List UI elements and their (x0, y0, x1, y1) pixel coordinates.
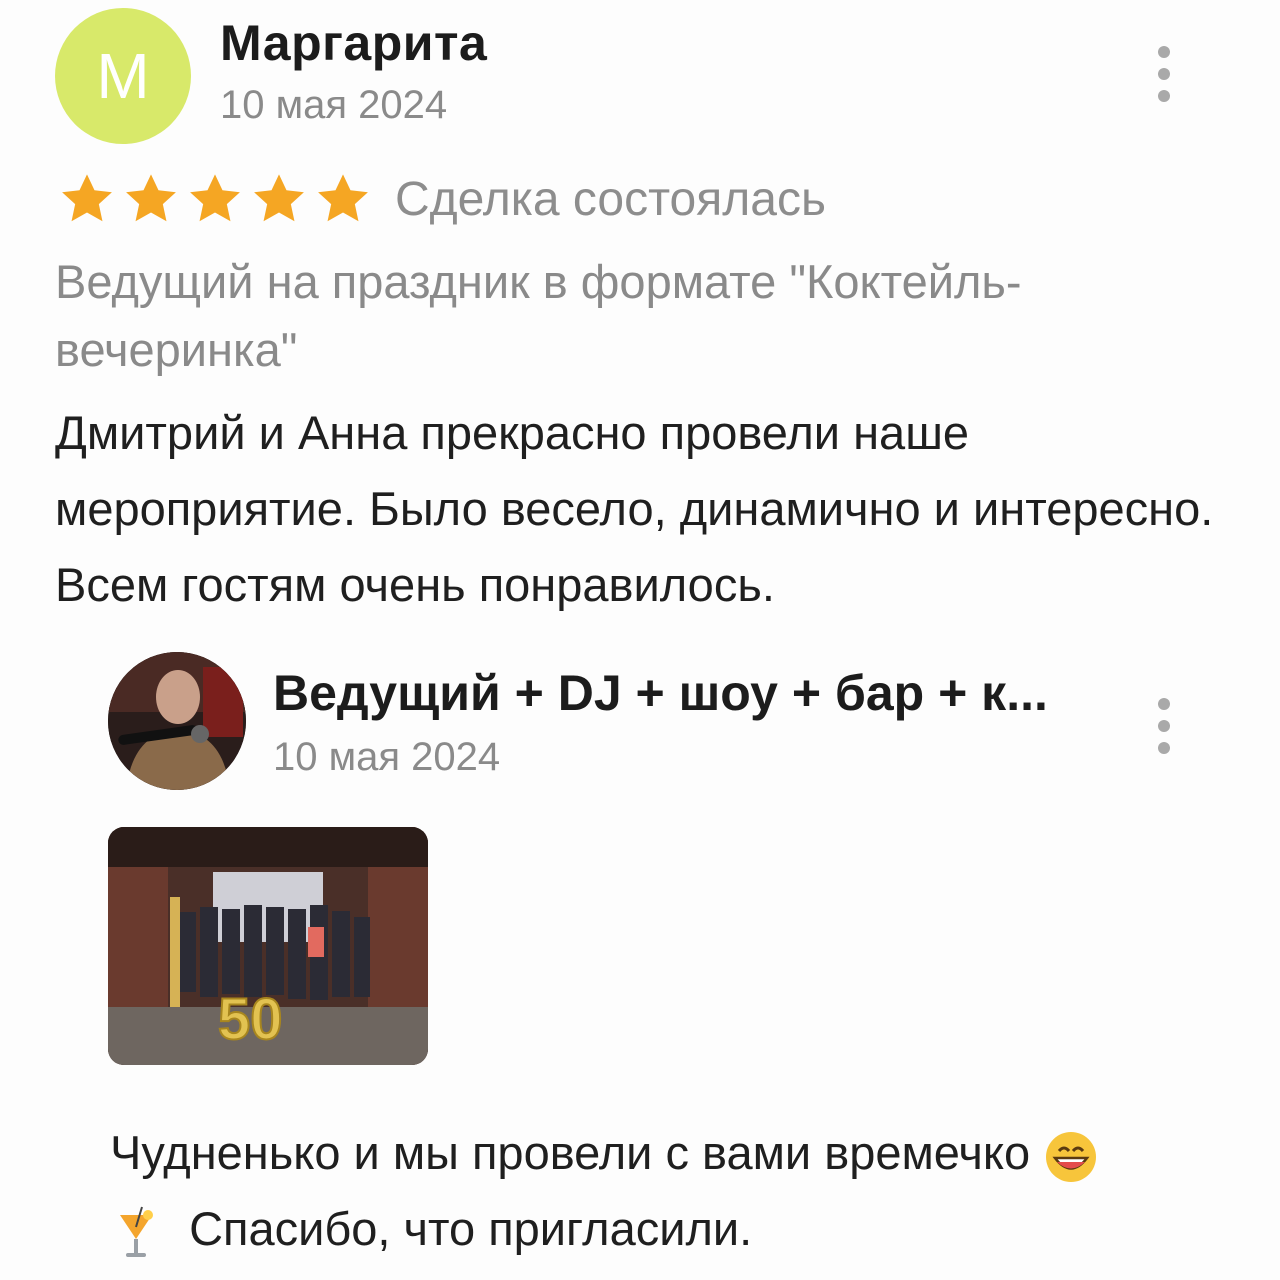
star-icon (126, 174, 176, 222)
reply-text-line1: Чудненько и мы провели с вами времечко (110, 1126, 1031, 1179)
star-icon (62, 174, 112, 222)
review-more-menu[interactable] (1152, 46, 1176, 102)
review-service-title: Ведущий на праздник в формате "Коктейль-… (55, 255, 1022, 376)
review-author-name[interactable]: Маргарита (220, 14, 487, 72)
reply-text: Чудненько и мы провели с вами времечко С… (110, 1115, 1230, 1267)
star-icon (254, 174, 304, 222)
seller-avatar[interactable] (108, 652, 246, 790)
reply-date: 10 мая 2024 (273, 735, 501, 779)
star-icon (318, 174, 368, 222)
deal-status: Сделка состоялась (395, 173, 826, 226)
reply-text-line2: Спасибо, что пригласили. (189, 1202, 753, 1255)
more-vertical-icon (1158, 46, 1170, 58)
review-date: 10 мая 2024 (220, 83, 448, 127)
seller-name[interactable]: Ведущий + DJ + шоу + бар + к... (273, 664, 1093, 722)
cocktail-emoji (120, 1206, 153, 1257)
avatar[interactable]: М (55, 8, 191, 144)
rating-stars (58, 170, 372, 228)
reply-photo-thumbnail[interactable]: 50 (108, 827, 428, 1065)
balloon-number: 50 (218, 987, 283, 1052)
event-group-photo: 50 (108, 827, 428, 1065)
star-icon (190, 174, 240, 222)
avatar-letter: М (96, 40, 150, 112)
reply-more-menu[interactable] (1152, 698, 1176, 754)
grinning-face-emoji (1046, 1131, 1097, 1182)
review-text: Дмитрий и Анна прекрасно провели наше ме… (55, 406, 1214, 611)
seller-photo (108, 652, 246, 790)
more-vertical-icon (1158, 698, 1170, 710)
